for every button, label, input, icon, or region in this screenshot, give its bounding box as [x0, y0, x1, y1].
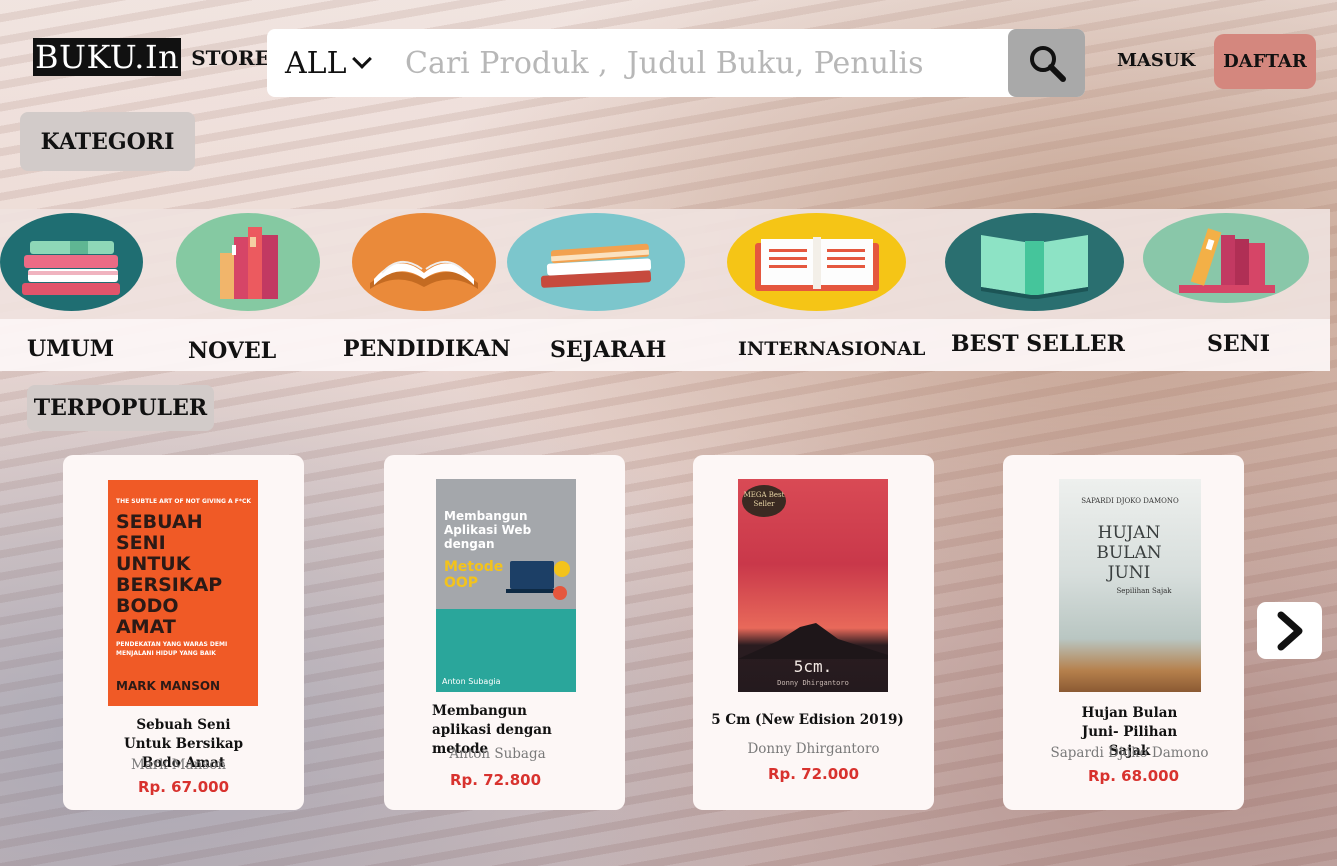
category-pendidikan-icon[interactable]	[352, 213, 496, 311]
logo-subtitle: STORE	[191, 46, 270, 70]
product-author: Sapardi Djoko Damono	[1050, 745, 1209, 761]
category-best-seller-label[interactable]: BEST SELLER	[951, 331, 1125, 357]
product-price: Rp. 67.000	[137, 778, 230, 796]
product-cover: Membangun Aplikasi Web dengan Metode OOP…	[436, 479, 576, 692]
cover-author: MARK MANSON	[116, 679, 221, 693]
cover-title-2: Metode OOP	[444, 559, 504, 591]
category-seni-icon[interactable]	[1143, 213, 1309, 303]
register-label: DAFTAR	[1223, 51, 1307, 72]
category-sejarah-label[interactable]: SEJARAH	[550, 337, 666, 363]
search-bar: ALL	[267, 29, 1085, 97]
search-input[interactable]	[395, 29, 1008, 97]
register-button[interactable]: DAFTAR	[1214, 34, 1316, 89]
cover-title: SEBUAH SENI UNTUK BERSIKAP BODO AMAT	[116, 511, 223, 638]
category-novel-icon[interactable]	[176, 213, 320, 311]
product-author: Anton Subaga	[449, 746, 546, 762]
cover-author: Anton Subagia	[442, 677, 501, 686]
cover-title: Membangun Aplikasi Web dengan	[444, 509, 532, 551]
search-category-label: ALL	[285, 45, 347, 81]
cover-subtitle: PENDEKATAN YANG WARAS DEMI MENJALANI HID…	[116, 641, 228, 657]
product-cover: THE SUBTLE ART OF NOT GIVING A F*CK SEBU…	[108, 480, 258, 706]
cover-author: Donny Dhirgantoro	[777, 679, 849, 687]
cover-top-text: THE SUBTLE ART OF NOT GIVING A F*CK	[116, 498, 252, 505]
category-best-seller-icon[interactable]	[945, 213, 1124, 311]
product-price: Rp. 72.800	[449, 771, 542, 789]
product-card[interactable]: SAPARDI DJOKO DAMONO HUJAN BULAN JUNI Se…	[1003, 455, 1244, 810]
product-cover: SAPARDI DJOKO DAMONO HUJAN BULAN JUNI Se…	[1059, 479, 1201, 692]
cover-title: 5cm.	[793, 657, 833, 676]
search-button[interactable]	[1008, 29, 1085, 97]
chevron-down-icon	[351, 49, 372, 69]
product-card[interactable]: Membangun Aplikasi Web dengan Metode OOP…	[384, 455, 625, 810]
product-price: Rp. 72.000	[767, 765, 860, 783]
cover-subtitle: Sepilihan Sajak	[1116, 587, 1172, 595]
category-button[interactable]: KATEGORI	[20, 112, 195, 171]
category-internasional-icon[interactable]	[727, 213, 906, 311]
product-price: Rp. 68.000	[1087, 767, 1180, 785]
section-title-popular-label: TERPOPULER	[33, 395, 208, 421]
mountain-illustration-icon	[738, 623, 888, 659]
section-title-popular: TERPOPULER	[27, 385, 214, 431]
product-title: 5 Cm (New Edision 2019)	[711, 712, 904, 728]
cover-top-text: SAPARDI DJOKO DAMONO	[1081, 497, 1179, 505]
product-card[interactable]: MEGA Best Seller 5cm. Donny Dhirgantoro …	[693, 455, 934, 810]
cover-title: HUJAN BULAN JUNI	[1096, 523, 1162, 583]
category-sejarah-icon[interactable]	[507, 213, 685, 311]
product-author: Donny Dhirgantoro	[747, 741, 880, 757]
category-umum-label[interactable]: UMUM	[27, 336, 114, 362]
logo[interactable]: BUKU.In STORE	[33, 38, 270, 76]
search-category-dropdown[interactable]: ALL	[267, 29, 395, 97]
cover-badge: MEGA Best Seller	[742, 485, 786, 517]
chevron-right-icon	[1277, 611, 1302, 650]
login-link[interactable]: MASUK	[1117, 50, 1195, 71]
product-card[interactable]: THE SUBTLE ART OF NOT GIVING A F*CK SEBU…	[63, 455, 304, 810]
category-internasional-label[interactable]: INTERNASIONAL	[738, 338, 925, 360]
category-umum-icon[interactable]	[0, 213, 143, 311]
category-seni-label[interactable]: SENI	[1207, 331, 1270, 357]
category-pendidikan-label[interactable]: PENDIDIKAN	[343, 336, 511, 362]
category-novel-label[interactable]: NOVEL	[188, 338, 276, 364]
laptop-illustration-icon	[506, 561, 570, 600]
search-icon	[1029, 46, 1066, 82]
product-author: Mark Manson	[130, 757, 227, 773]
product-cover: MEGA Best Seller 5cm. Donny Dhirgantoro	[738, 479, 888, 692]
logo-text: BUKU.In	[33, 38, 182, 76]
next-button[interactable]	[1257, 602, 1322, 659]
category-button-label: KATEGORI	[40, 128, 175, 155]
